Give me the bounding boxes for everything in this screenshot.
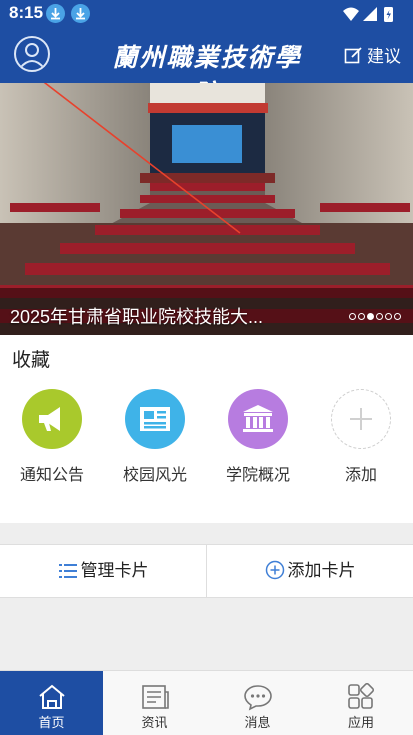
carousel-dot bbox=[385, 313, 392, 320]
status-bar: 8:15 bbox=[0, 0, 413, 28]
edit-icon bbox=[344, 47, 362, 64]
carousel-dot-active bbox=[367, 313, 374, 320]
banner-image bbox=[0, 83, 413, 335]
wifi-icon bbox=[343, 7, 359, 21]
favorites-title: 收藏 bbox=[12, 350, 51, 371]
user-avatar-icon[interactable] bbox=[14, 36, 50, 72]
tab-label: 首页 bbox=[38, 715, 65, 730]
status-time: 8:15 bbox=[9, 3, 44, 22]
app-label: 添加 bbox=[344, 467, 377, 484]
add-card-label: 添加卡片 bbox=[287, 561, 356, 580]
message-icon bbox=[243, 685, 272, 711]
megaphone-icon bbox=[22, 389, 82, 449]
plus-circle-icon bbox=[265, 560, 284, 580]
app-label: 学院概况 bbox=[225, 467, 290, 484]
manage-cards-label: 管理卡片 bbox=[80, 561, 149, 580]
news-icon bbox=[125, 389, 185, 449]
carousel-dot bbox=[376, 313, 383, 320]
carousel-dot bbox=[394, 313, 401, 320]
download-icon bbox=[46, 4, 65, 23]
download-icon bbox=[71, 4, 90, 23]
tab-apps[interactable]: 应用 bbox=[309, 671, 413, 735]
manage-cards-button[interactable]: 管理卡片 bbox=[0, 545, 206, 597]
carousel-dot bbox=[349, 313, 356, 320]
card-actions: 管理卡片 添加卡片 bbox=[0, 544, 413, 598]
tab-news[interactable]: 资讯 bbox=[103, 671, 206, 735]
app-add[interactable]: 添加 bbox=[316, 389, 406, 485]
app-overview[interactable]: 学院概况 bbox=[213, 389, 303, 485]
app-campus[interactable]: 校园风光 bbox=[110, 389, 200, 485]
tab-messages[interactable]: 消息 bbox=[206, 671, 309, 735]
apps-icon bbox=[348, 682, 375, 709]
signal-icon bbox=[363, 7, 377, 21]
app-label: 通知公告 bbox=[19, 467, 84, 484]
tab-label: 消息 bbox=[244, 715, 271, 730]
bottom-tabbar: 首页 资讯 消息 应用 bbox=[0, 670, 413, 735]
favorites-section: 收藏 通知公告 校园风光 学院概况 添加 bbox=[0, 335, 413, 523]
carousel-indicator bbox=[347, 305, 401, 324]
plus-icon bbox=[331, 389, 391, 449]
banner-carousel[interactable]: 2025年甘肃省职业院校技能大... bbox=[0, 83, 413, 335]
tab-label: 应用 bbox=[347, 715, 374, 730]
system-icons bbox=[341, 5, 405, 27]
banner-caption: 2025年甘肃省职业院校技能大... bbox=[10, 307, 264, 327]
news-icon bbox=[141, 685, 169, 709]
suggest-label: 建议 bbox=[367, 47, 401, 66]
tab-label: 资讯 bbox=[141, 715, 168, 730]
carousel-dot bbox=[358, 313, 365, 320]
suggest-button[interactable]: 建议 bbox=[344, 42, 401, 67]
app-label: 校园风光 bbox=[122, 467, 187, 484]
app-notice[interactable]: 通知公告 bbox=[7, 389, 97, 485]
institution-icon bbox=[228, 389, 288, 449]
list-icon bbox=[58, 564, 77, 578]
tab-home[interactable]: 首页 bbox=[0, 671, 103, 735]
add-card-button[interactable]: 添加卡片 bbox=[207, 545, 413, 597]
home-icon bbox=[38, 684, 65, 709]
app-header: 蘭州職業技術學院 建议 bbox=[0, 28, 413, 108]
